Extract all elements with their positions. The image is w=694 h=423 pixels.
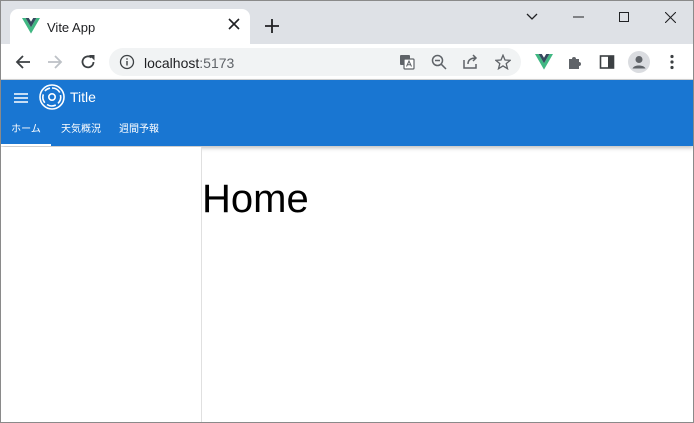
info-icon[interactable] [119, 54, 135, 70]
browser-tab[interactable]: Vite App [10, 9, 250, 44]
browser-window: Vite App localhost:5173 Title ホーム 天気概況 週… [0, 0, 694, 423]
profile-avatar-icon[interactable] [628, 51, 650, 73]
browser-toolbar: localhost:5173 [1, 44, 693, 80]
side-panel-icon[interactable] [596, 51, 618, 73]
zoom-out-icon[interactable] [430, 53, 448, 71]
more-menu-icon[interactable] [661, 51, 683, 73]
url-port: :5173 [199, 55, 235, 71]
url-host: localhost [144, 55, 200, 71]
translate-icon[interactable] [398, 53, 416, 71]
tab-home[interactable]: ホーム [1, 116, 51, 146]
forward-arrow-icon[interactable] [43, 50, 67, 74]
new-tab-button[interactable] [261, 16, 283, 38]
bookmark-star-icon[interactable] [494, 53, 512, 71]
minimize-icon[interactable] [555, 1, 601, 33]
reload-icon[interactable] [76, 50, 100, 74]
side-drawer [1, 147, 202, 422]
app-bar: Title ホーム 天気概況 週間予報 [1, 80, 693, 146]
app-title: Title [70, 89, 96, 105]
vue-devtools-icon[interactable] [533, 51, 555, 73]
tab-title: Vite App [47, 20, 96, 35]
page-title: Home [202, 177, 309, 221]
tab-search-icon[interactable] [509, 1, 555, 33]
app-logo-icon [39, 84, 65, 110]
address-bar[interactable]: localhost:5173 [109, 48, 521, 76]
share-icon[interactable] [462, 53, 480, 71]
url-text[interactable]: localhost:5173 [144, 55, 234, 71]
tab-weekly-forecast[interactable]: 週間予報 [113, 116, 165, 146]
close-tab-icon[interactable] [226, 18, 242, 34]
vue-logo-icon [22, 18, 40, 34]
tab-strip: Vite App [1, 1, 693, 44]
window-close-icon[interactable] [647, 1, 693, 33]
tab-weather-overview[interactable]: 天気概況 [55, 116, 107, 146]
menu-icon[interactable] [13, 90, 29, 106]
extensions-puzzle-icon[interactable] [564, 51, 586, 73]
back-arrow-icon[interactable] [11, 50, 35, 74]
maximize-icon[interactable] [601, 1, 647, 33]
